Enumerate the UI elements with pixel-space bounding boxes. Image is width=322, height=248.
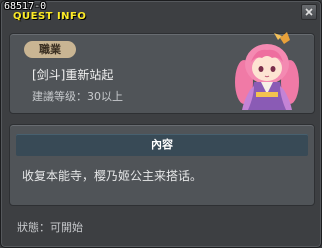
level-requirement: 建議等级：30以上 <box>32 90 123 103</box>
quest-name: [剑斗]重新站起 <box>32 68 114 82</box>
title-bar[interactable]: 68517-0 QUEST INFO <box>1 1 321 25</box>
content-header: 內容 <box>16 134 308 156</box>
close-button[interactable] <box>301 4 317 20</box>
close-icon <box>305 8 313 16</box>
quest-info-window: 68517-0 QUEST INFO 職業 [剑斗]重新站起 建議等级：30以上 <box>0 0 322 248</box>
npc-portrait <box>235 32 299 110</box>
job-badge: 職業 <box>24 41 76 58</box>
quest-status: 狀態：可開始 <box>17 221 83 234</box>
window-title: QUEST INFO <box>13 11 87 22</box>
quest-summary-panel: 職業 [剑斗]重新站起 建議等级：30以上 <box>9 32 315 114</box>
quest-content-panel: 內容 收复本能寺，樱乃姬公主来搭话。 <box>9 124 315 206</box>
content-text: 收复本能寺，樱乃姬公主来搭话。 <box>22 169 203 183</box>
